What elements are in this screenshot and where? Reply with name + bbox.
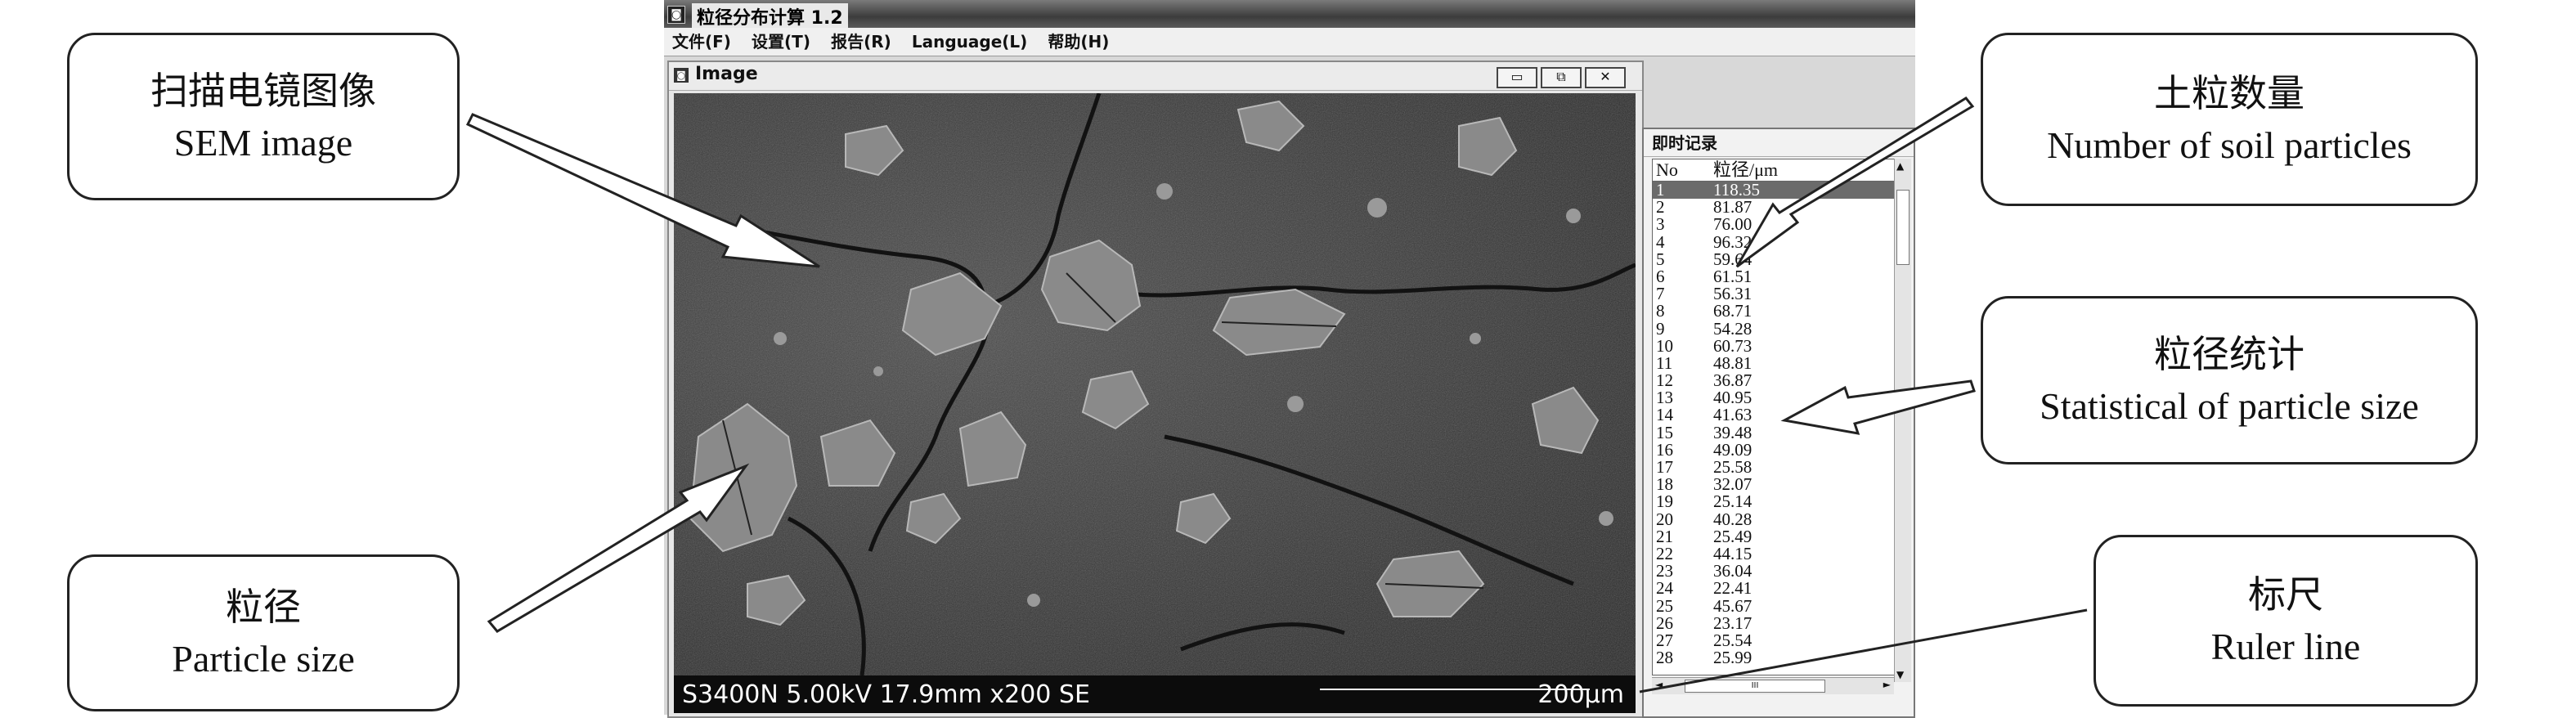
- arrow-ruler: [1639, 608, 2088, 693]
- arrow-particle-size: [487, 463, 750, 633]
- annotation-arrows: [465, 96, 2088, 693]
- arrow-statistics: [1780, 379, 1976, 435]
- arrow-sem-image: [465, 113, 820, 268]
- arrow-count: [1735, 96, 1975, 268]
